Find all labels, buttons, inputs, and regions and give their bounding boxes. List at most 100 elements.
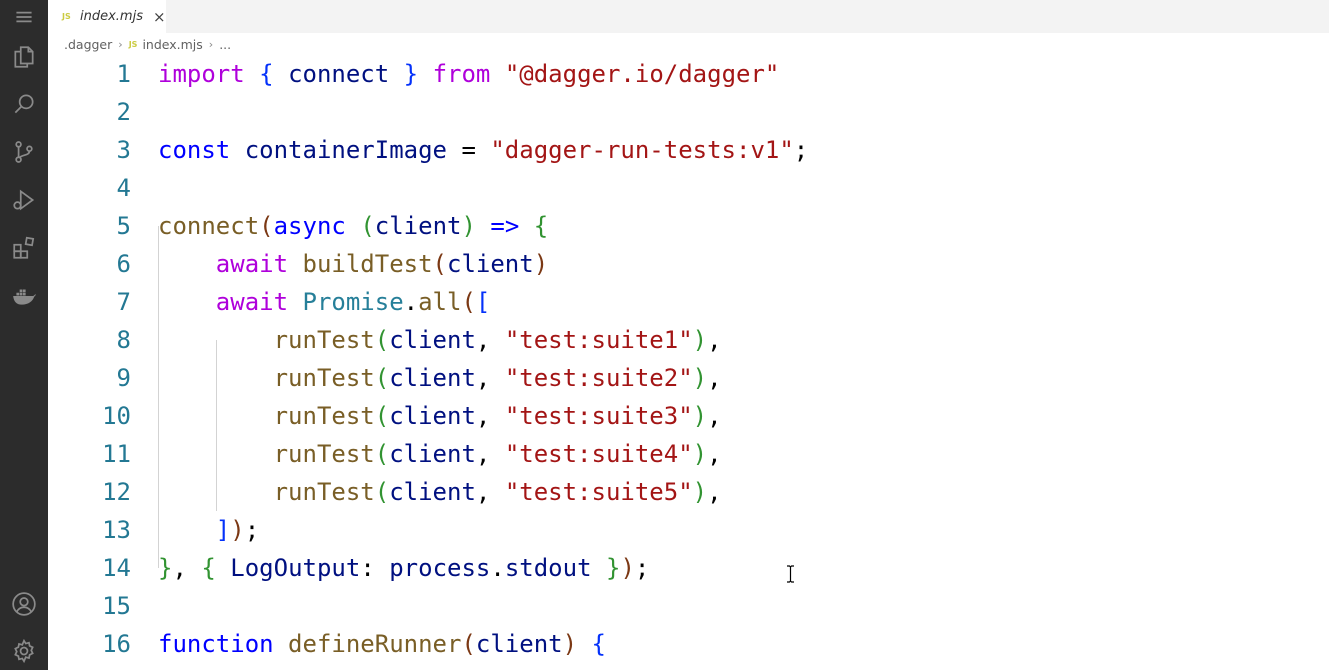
code-token: ( [360, 212, 375, 240]
breadcrumb: .dagger › JS index.mjs › ... [64, 35, 231, 53]
code-line[interactable]: 11 runTest(client, "test:suite4"), [48, 435, 1329, 473]
line-number: 12 [102, 478, 131, 506]
explorer-icon[interactable] [0, 33, 48, 81]
line-number: 13 [102, 516, 131, 544]
account-icon[interactable] [0, 580, 48, 628]
code-token: await [215, 288, 289, 316]
code-line[interactable]: 14}, { LogOutput: process.stdout }); [48, 549, 1329, 587]
code-token: { [533, 212, 549, 240]
code-line[interactable]: 16 function defineRunner(client) { [48, 625, 1329, 663]
code-token: , [475, 364, 505, 392]
code-token: , [707, 440, 722, 468]
text-cursor-icon [787, 565, 794, 583]
breadcrumb-symbols[interactable]: ... [219, 37, 231, 52]
code-token: Promise [302, 288, 404, 316]
code-line[interactable]: 9 runTest(client, "test:suite2"), [48, 359, 1329, 397]
code-token: ( [432, 250, 447, 278]
docker-icon[interactable] [0, 272, 48, 320]
code-token: ) [692, 402, 708, 430]
source-control-icon[interactable] [0, 128, 48, 176]
code-token: ( [374, 364, 390, 392]
code-token: , [707, 326, 722, 354]
code-token: client [447, 250, 534, 278]
tab-index-mjs[interactable]: JS index.mjs × [48, 0, 166, 33]
code-line[interactable]: 6 await buildTest(client) [48, 245, 1329, 283]
code-line[interactable]: 7 await Promise.all([ [48, 283, 1329, 321]
code-token: ( [374, 478, 390, 506]
line-number: 7 [116, 288, 131, 316]
code-text: runTest(client, "test:suite1"), [158, 321, 722, 359]
line-number: 15 [102, 592, 131, 620]
code-token: : [360, 554, 390, 582]
code-token: , [707, 364, 722, 392]
code-token: ( [461, 630, 476, 658]
code-text: const containerImage = "dagger-run-tests… [158, 131, 808, 169]
code-text: connect(async (client) => { [158, 207, 548, 245]
code-token: ; [793, 136, 809, 164]
line-number: 5 [116, 212, 131, 240]
run-debug-icon[interactable] [0, 176, 48, 224]
code-line[interactable]: 12 runTest(client, "test:suite5"), [48, 473, 1329, 511]
tab-bar: JS index.mjs × [48, 0, 1329, 33]
code-line[interactable]: 4 [48, 169, 1329, 207]
line-number: 10 [102, 402, 131, 430]
breadcrumb-folder[interactable]: .dagger [64, 37, 112, 52]
code-line[interactable]: 8 runTest(client, "test:suite1"), [48, 321, 1329, 359]
code-line[interactable]: 10 runTest(client, "test:suite3"), [48, 397, 1329, 435]
code-line[interactable]: 2 [48, 93, 1329, 131]
code-token: = [447, 136, 491, 164]
search-icon[interactable] [0, 80, 48, 128]
code-token: runTest [273, 326, 375, 354]
code-token: ) [533, 250, 549, 278]
line-number: 3 [116, 136, 131, 164]
settings-gear-icon[interactable] [0, 627, 48, 670]
code-token: ) [692, 478, 708, 506]
code-text: import { connect } from "@dagger.io/dagg… [158, 55, 779, 93]
code-token: client [389, 478, 476, 506]
close-icon[interactable]: × [153, 8, 166, 26]
code-token: import [158, 60, 245, 88]
code-line[interactable]: 1 import { connect } from "@dagger.io/dag… [48, 55, 1329, 93]
code-line[interactable]: 15 [48, 587, 1329, 625]
code-line[interactable]: 5 connect(async (client) => { [48, 207, 1329, 245]
code-token: connect [288, 60, 390, 88]
code-line[interactable]: 3 const containerImage = "dagger-run-test… [48, 131, 1329, 169]
code-token: } [403, 60, 419, 88]
code-token: , [475, 440, 505, 468]
code-token: ; [244, 516, 260, 544]
code-token: client [389, 402, 476, 430]
code-token: , [475, 402, 505, 430]
code-token: runTest [273, 364, 375, 392]
line-number: 9 [116, 364, 131, 392]
code-token: ] [215, 516, 231, 544]
code-text: runTest(client, "test:suite5"), [158, 473, 722, 511]
code-token: client [389, 326, 476, 354]
code-token: , [707, 478, 722, 506]
code-token: "test:suite1" [504, 326, 693, 354]
code-token: { [259, 60, 274, 88]
extensions-icon[interactable] [0, 224, 48, 272]
code-token: connect [158, 212, 260, 240]
code-text: runTest(client, "test:suite3"), [158, 397, 722, 435]
line-number: 2 [116, 98, 131, 126]
breadcrumb-file[interactable]: index.mjs [142, 37, 202, 52]
chevron-right-icon: › [118, 37, 123, 51]
code-token: , [475, 478, 505, 506]
code-editor[interactable]: 1 import { connect } from "@dagger.io/dag… [48, 55, 1329, 670]
code-token: await [215, 250, 289, 278]
code-token: all [418, 288, 462, 316]
code-line[interactable]: 13 ]); [48, 511, 1329, 549]
